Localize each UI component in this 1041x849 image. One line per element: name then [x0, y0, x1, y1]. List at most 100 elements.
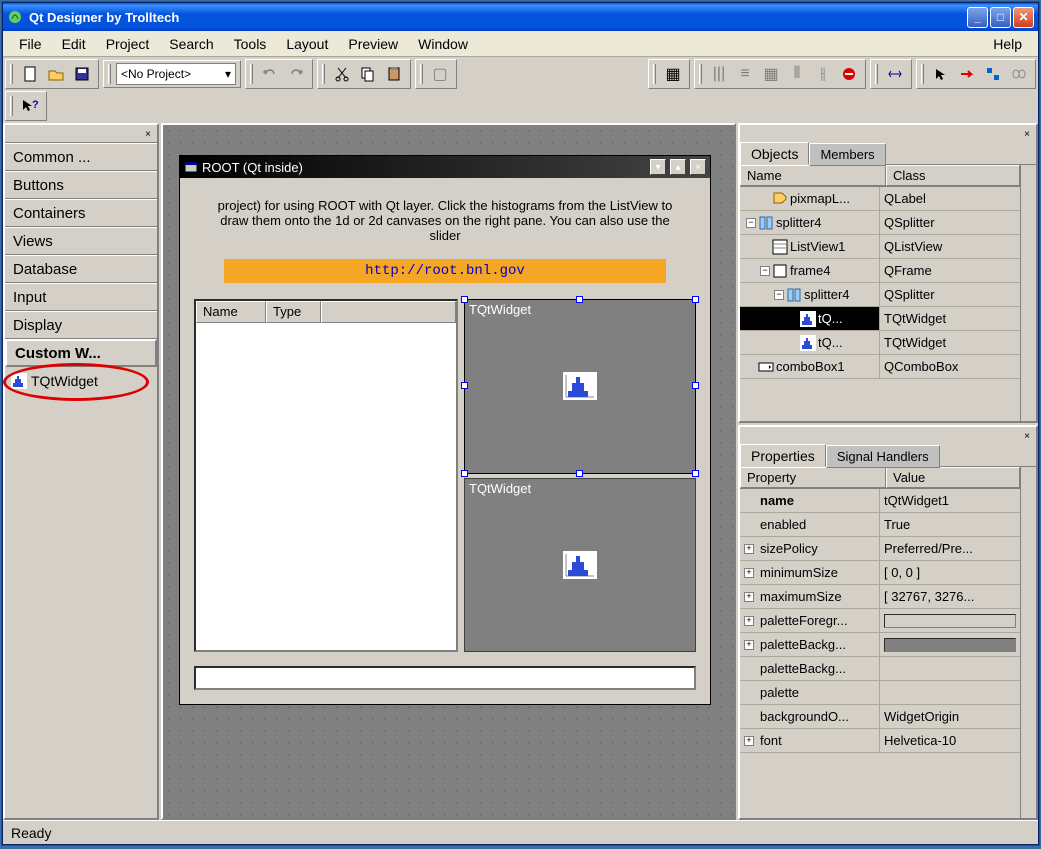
property-row[interactable]: paletteBackg...	[740, 657, 1020, 681]
pointer-button[interactable]	[929, 62, 953, 86]
form-window[interactable]: ROOT (Qt inside) ▾ ▴ × project) for usin…	[179, 155, 711, 705]
splitter-v-button[interactable]: ⫲	[811, 62, 835, 86]
hlayout-button[interactable]: |||	[707, 62, 731, 86]
mdi-area[interactable]: ROOT (Qt inside) ▾ ▴ × project) for usin…	[161, 123, 736, 820]
prop-col-value[interactable]: Value	[886, 467, 1020, 488]
property-row[interactable]: +fontHelvetica-10	[740, 729, 1020, 753]
project-combo[interactable]: <No Project>▾	[116, 63, 236, 85]
palette-category[interactable]: Buttons	[5, 171, 157, 199]
tree-row[interactable]: tQ...TQtWidget	[740, 331, 1020, 355]
menu-search[interactable]: Search	[159, 33, 223, 55]
vlayout-button[interactable]: ≡	[733, 62, 757, 86]
widget-palette: × Common ...ButtonsContainersViewsDataba…	[3, 123, 159, 820]
palette-category[interactable]: Custom W...	[5, 339, 157, 367]
whatsthis-button[interactable]: ?	[18, 94, 42, 118]
app-icon	[7, 9, 23, 25]
tree-col-class[interactable]: Class	[886, 165, 1020, 186]
tab-members[interactable]: Members	[809, 143, 885, 166]
property-row[interactable]: palette	[740, 681, 1020, 705]
palette-category[interactable]: Input	[5, 283, 157, 311]
canvas-1[interactable]: TQtWidget	[464, 299, 696, 474]
menu-project[interactable]: Project	[96, 33, 160, 55]
property-row[interactable]: +sizePolicyPreferred/Pre...	[740, 537, 1020, 561]
spacer-button[interactable]	[883, 62, 907, 86]
tab-properties[interactable]: Properties	[740, 444, 826, 467]
property-row[interactable]: +paletteBackg...	[740, 633, 1020, 657]
palette-item[interactable]: TQtWidget	[9, 371, 153, 391]
tree-row[interactable]: comboBox1QComboBox	[740, 355, 1020, 379]
lv-col-name[interactable]: Name	[196, 301, 266, 323]
tab-order-button[interactable]	[981, 62, 1005, 86]
tree-row[interactable]: tQ...TQtWidget	[740, 307, 1020, 331]
property-row[interactable]: +minimumSize[ 0, 0 ]	[740, 561, 1020, 585]
tree-col-name[interactable]: Name	[740, 165, 886, 186]
new-button[interactable]	[18, 62, 42, 86]
tree-row[interactable]: −splitter4QSplitter	[740, 283, 1020, 307]
form-titlebar[interactable]: ROOT (Qt inside) ▾ ▴ ×	[180, 156, 710, 178]
grid-button[interactable]: ▦	[759, 62, 783, 86]
connect-button[interactable]	[955, 62, 979, 86]
palette-category[interactable]: Common ...	[5, 143, 157, 171]
lv-body[interactable]	[196, 323, 456, 650]
objects-scrollbar[interactable]	[1020, 165, 1036, 421]
right-docks: × Objects Members Name Class pixmapL...Q…	[738, 123, 1038, 820]
layout-tool[interactable]: ▦	[661, 62, 685, 86]
object-tree[interactable]: pixmapL...QLabel−splitter4QSplitterListV…	[740, 187, 1020, 421]
link-label[interactable]: http://root.bnl.gov	[224, 259, 666, 283]
cut-button[interactable]	[330, 62, 354, 86]
property-row[interactable]: enabledTrue	[740, 513, 1020, 537]
menu-layout[interactable]: Layout	[276, 33, 338, 55]
form-close-button[interactable]: ×	[690, 159, 706, 175]
titlebar[interactable]: Qt Designer by Trolltech _ □ ✕	[3, 3, 1038, 31]
palette-category[interactable]: Display	[5, 311, 157, 339]
listview[interactable]: Name Type	[194, 299, 458, 652]
lv-col-empty[interactable]	[321, 301, 456, 323]
tree-row[interactable]: −frame4QFrame	[740, 259, 1020, 283]
objects-close-button[interactable]: ×	[1020, 127, 1034, 141]
menu-preview[interactable]: Preview	[338, 33, 408, 55]
palette-close-button[interactable]: ×	[141, 127, 155, 141]
copy-button[interactable]	[356, 62, 380, 86]
maximize-button[interactable]: □	[990, 7, 1011, 28]
menu-edit[interactable]: Edit	[52, 33, 96, 55]
palette-category[interactable]: Containers	[5, 199, 157, 227]
canvas-1-label: TQtWidget	[469, 302, 531, 317]
property-row[interactable]: backgroundO...WidgetOrigin	[740, 705, 1020, 729]
canvas-2[interactable]: TQtWidget	[464, 478, 696, 653]
properties-scrollbar[interactable]	[1020, 467, 1036, 818]
minimize-button[interactable]: _	[967, 7, 988, 28]
combobox-widget[interactable]	[194, 666, 696, 690]
tab-signal-handlers[interactable]: Signal Handlers	[826, 445, 940, 468]
menu-help[interactable]: Help	[983, 33, 1032, 55]
tree-row[interactable]: pixmapL...QLabel	[740, 187, 1020, 211]
property-row[interactable]: nametQtWidget1	[740, 489, 1020, 513]
prop-col-property[interactable]: Property	[740, 467, 886, 488]
tab-objects[interactable]: Objects	[740, 142, 809, 165]
property-grid[interactable]: nametQtWidget1enabledTrue+sizePolicyPref…	[740, 489, 1020, 818]
menu-tools[interactable]: Tools	[224, 33, 277, 55]
undo-button[interactable]	[258, 62, 282, 86]
form-title: ROOT (Qt inside)	[202, 160, 646, 175]
palette-category[interactable]: Database	[5, 255, 157, 283]
close-button[interactable]: ✕	[1013, 7, 1034, 28]
tree-row[interactable]: ListView1QListView	[740, 235, 1020, 259]
property-row[interactable]: +maximumSize[ 32767, 3276...	[740, 585, 1020, 609]
break-layout-button[interactable]	[837, 62, 861, 86]
form-restore-button[interactable]: ▴	[670, 159, 686, 175]
palette-category[interactable]: Views	[5, 227, 157, 255]
open-button[interactable]	[44, 62, 68, 86]
buddy-button[interactable]	[1007, 62, 1031, 86]
properties-close-button[interactable]: ×	[1020, 429, 1034, 443]
menu-window[interactable]: Window	[408, 33, 478, 55]
splitter-h-button[interactable]: ⫴	[785, 62, 809, 86]
tool-1[interactable]: ▢	[428, 62, 452, 86]
save-button[interactable]	[70, 62, 94, 86]
menu-file[interactable]: File	[9, 33, 52, 55]
tree-row[interactable]: −splitter4QSplitter	[740, 211, 1020, 235]
form-dropdown-button[interactable]: ▾	[650, 159, 666, 175]
property-row[interactable]: +paletteForegr...	[740, 609, 1020, 633]
redo-button[interactable]	[284, 62, 308, 86]
statusbar: Ready	[3, 820, 1038, 844]
paste-button[interactable]	[382, 62, 406, 86]
lv-col-type[interactable]: Type	[266, 301, 321, 323]
